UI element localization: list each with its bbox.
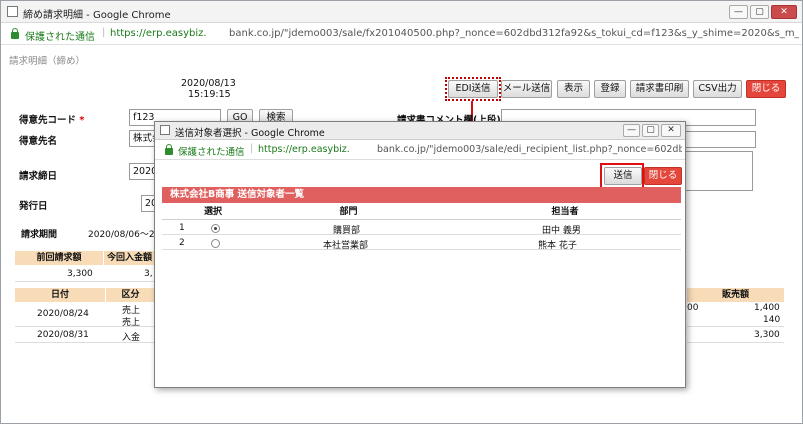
billing-period-label: 請求期間 bbox=[21, 230, 58, 240]
mail-send-button[interactable]: メール送信 bbox=[501, 80, 552, 98]
detail-divider-2b bbox=[687, 342, 784, 343]
row-number: 1 bbox=[179, 223, 185, 233]
summary-value-paid: 3, bbox=[144, 269, 153, 279]
detail-header-sales: 販売額 bbox=[687, 288, 784, 302]
radio-selected-icon[interactable] bbox=[211, 224, 220, 233]
column-header-person: 担当者 bbox=[551, 207, 579, 217]
column-header-department: 部門 bbox=[339, 207, 358, 217]
modal-maximize-icon[interactable]: ▢ bbox=[642, 124, 659, 137]
modal-close-button[interactable]: 閉じる bbox=[644, 167, 682, 185]
modal-minimize-icon[interactable]: — bbox=[623, 124, 640, 137]
close-icon[interactable]: ✕ bbox=[771, 5, 797, 19]
current-date: 2020/08/13 bbox=[181, 78, 236, 89]
modal-url-path: bank.co.jp/"jdemo003/sale/edi_recipient_… bbox=[377, 144, 682, 155]
modal-address-separator: | bbox=[250, 143, 254, 154]
closing-date-label: 請求締日 bbox=[19, 171, 58, 182]
detail-header-date: 日付 bbox=[15, 288, 105, 302]
close-button[interactable]: 閉じる bbox=[746, 80, 786, 98]
lock-icon bbox=[11, 28, 19, 39]
url-path: bank.co.jp/"jdemo003/sale/fx201040500.ph… bbox=[229, 28, 799, 39]
issue-date-label: 発行日 bbox=[19, 201, 48, 212]
modal-close-icon[interactable]: ✕ bbox=[661, 124, 681, 137]
recipient-select-window: 送信対象者選択 - Google Chrome — ▢ ✕ 保護された通信 | … bbox=[154, 121, 686, 388]
view-button[interactable]: 表示 bbox=[557, 80, 590, 98]
register-button[interactable]: 登録 bbox=[594, 80, 626, 98]
main-titlebar: 締め請求明細 - Google Chrome — ▢ ✕ bbox=[1, 1, 802, 23]
csv-export-button[interactable]: CSV出力 bbox=[693, 80, 742, 98]
modal-url-host: https://erp.easybiz. bbox=[258, 144, 350, 155]
detail-row-2-date: 2020/08/31 bbox=[37, 330, 89, 340]
row-divider-1 bbox=[162, 234, 681, 235]
summary-header-paid: 今回入金額 bbox=[104, 251, 155, 265]
detail-row-1-amount-2: 140 bbox=[763, 315, 781, 325]
detail-header-kind: 区分 bbox=[106, 288, 155, 302]
summary-divider bbox=[15, 281, 155, 282]
detail-row-1-extra: 00 bbox=[687, 303, 699, 313]
secure-label: 保護された通信 bbox=[25, 32, 95, 43]
address-separator: | bbox=[102, 27, 106, 38]
detail-divider-1b bbox=[687, 326, 784, 327]
detail-row-1-date: 2020/08/24 bbox=[37, 309, 89, 319]
summary-value-prev: 3,300 bbox=[67, 269, 93, 279]
column-header-select: 選択 bbox=[203, 207, 222, 217]
customer-name-label: 得意先名 bbox=[19, 136, 58, 147]
detail-divider-1 bbox=[15, 326, 155, 327]
detail-row-1-amount-1: 1,400 bbox=[754, 303, 780, 313]
edi-send-highlight bbox=[445, 77, 501, 101]
detail-row-2-amount: 3,300 bbox=[754, 330, 780, 340]
summary-header-prev: 前回請求額 bbox=[15, 251, 103, 265]
modal-secure-label: 保護された通信 bbox=[178, 147, 245, 158]
modal-titlebar: 送信対象者選択 - Google Chrome — ▢ ✕ bbox=[155, 122, 685, 140]
detail-divider-2 bbox=[15, 342, 155, 343]
customer-code-label: 得意先コード * bbox=[19, 115, 85, 126]
recipient-list-title: 株式会社B商事 送信対象者一覧 bbox=[162, 187, 681, 203]
print-invoice-button[interactable]: 請求書印刷 bbox=[630, 80, 689, 98]
modal-address-bar[interactable]: 保護された通信 | https://erp.easybiz. bank.co.j… bbox=[155, 140, 685, 160]
row-number: 2 bbox=[179, 238, 185, 248]
modal-window-title: 送信対象者選択 - Google Chrome bbox=[175, 128, 325, 139]
breadcrumb: 請求明細（締め） bbox=[9, 56, 86, 67]
minimize-icon[interactable]: — bbox=[729, 5, 748, 19]
main-window-title: 締め請求明細 - Google Chrome bbox=[23, 10, 171, 21]
radio-empty-icon[interactable] bbox=[211, 239, 220, 248]
billing-period-value: 2020/08/06〜20 bbox=[88, 230, 161, 240]
row-divider-2 bbox=[162, 249, 681, 250]
maximize-icon[interactable]: ▢ bbox=[750, 5, 769, 19]
app-icon bbox=[7, 6, 18, 17]
url-host: https://erp.easybiz. bbox=[110, 28, 207, 39]
modal-app-icon bbox=[160, 125, 170, 135]
main-address-bar[interactable]: 保護された通信 | https://erp.easybiz. bank.co.j… bbox=[1, 23, 802, 45]
header-divider bbox=[162, 219, 681, 220]
modal-lock-icon bbox=[165, 144, 173, 155]
current-time: 15:19:15 bbox=[188, 89, 231, 100]
